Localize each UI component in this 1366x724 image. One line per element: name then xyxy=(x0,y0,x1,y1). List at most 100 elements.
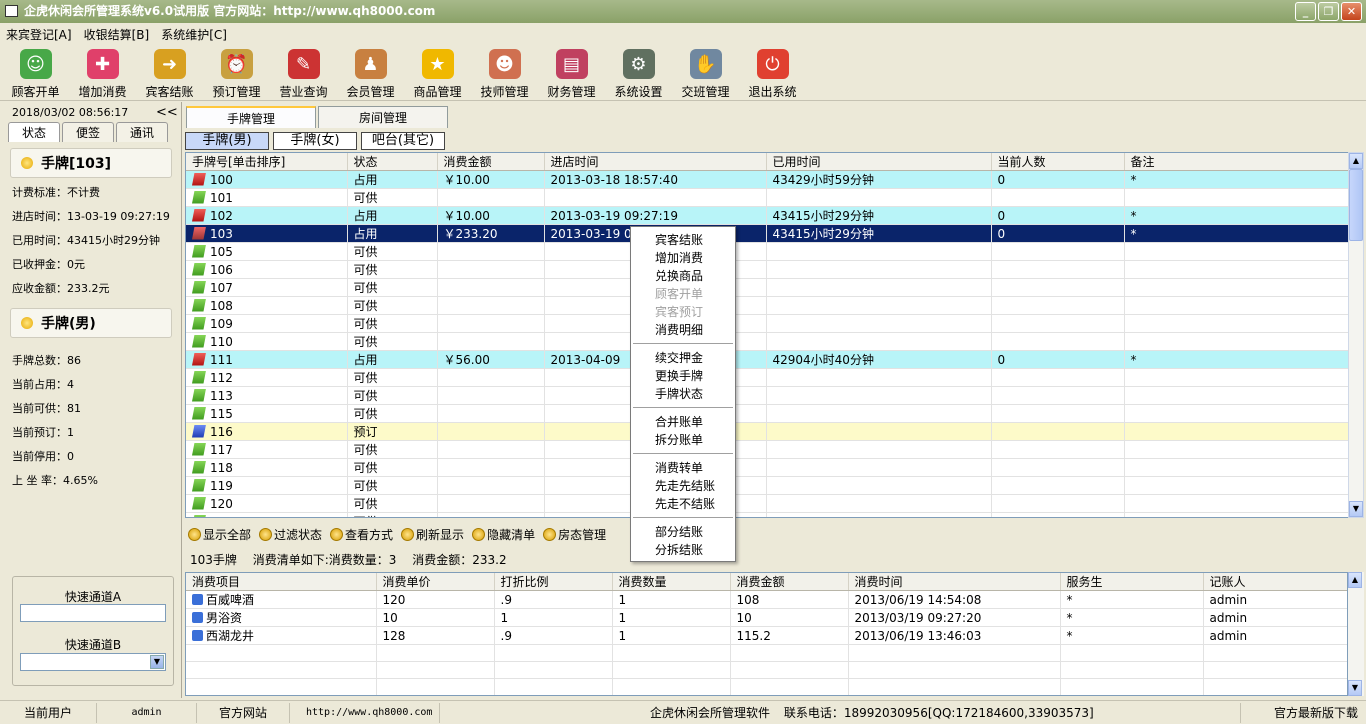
toolbar-button-search-doc[interactable]: ✎ 营业查询 xyxy=(270,45,337,101)
table-row[interactable]: 120 可供 xyxy=(186,494,1349,513)
column-header[interactable]: 已用时间 xyxy=(766,153,992,171)
tab-card-management[interactable]: 手牌管理 xyxy=(186,106,316,128)
toolbar-button-staff[interactable]: ☻ 技师管理 xyxy=(471,45,538,101)
context-menu-item[interactable]: 先走先结账 xyxy=(631,477,735,495)
column-header[interactable]: 消费单价 xyxy=(376,573,495,591)
context-menu-item[interactable]: 部分结账 xyxy=(631,523,735,541)
action-button[interactable]: 房态管理 xyxy=(543,526,606,543)
context-menu-item[interactable]: 分拆结账 xyxy=(631,541,735,559)
grid-scrollbar[interactable]: ▲ ▼ xyxy=(1348,152,1364,518)
table-row[interactable]: 西湖龙井 128.9 1 115.2 2013/06/19 13:46:03 * admin xyxy=(186,626,1347,645)
toolbar-button-members[interactable]: ♟ 会员管理 xyxy=(337,45,404,101)
table-row[interactable]: 108 可供 xyxy=(186,296,1349,315)
table-row[interactable]: 105 可供 xyxy=(186,242,1349,261)
toolbar-button-add[interactable]: ✚ 增加消费 xyxy=(69,45,136,101)
minimize-button[interactable]: _ xyxy=(1295,2,1316,21)
table-row[interactable]: 116 预订 xyxy=(186,422,1349,441)
subtab-female[interactable]: 手牌(女) xyxy=(273,132,357,150)
context-menu-item[interactable]: 宾客结账 xyxy=(631,231,735,249)
tab-room-management[interactable]: 房间管理 xyxy=(318,106,448,128)
restore-button[interactable]: ❐ xyxy=(1318,2,1339,21)
scroll-up-icon[interactable]: ▲ xyxy=(1349,153,1363,169)
action-button[interactable]: 查看方式 xyxy=(330,526,393,543)
status-site[interactable]: http://www.qh8000.com xyxy=(290,702,440,723)
context-menu-item[interactable]: 先走不结账 xyxy=(631,495,735,513)
table-row[interactable]: 100 占用 ￥10.00 2013-03-18 18:57:40 43429小时59分… xyxy=(186,170,1349,189)
tab-notes[interactable]: 便签 xyxy=(62,122,114,142)
column-header[interactable]: 消费数量 xyxy=(612,573,731,591)
menu-guest-register[interactable]: 来宾登记[A] xyxy=(6,26,72,43)
context-menu-item[interactable]: 手牌状态 xyxy=(631,385,735,403)
column-header[interactable]: 手牌号[单击排序] xyxy=(186,153,348,171)
scroll-down-icon[interactable]: ▼ xyxy=(1348,680,1362,696)
collapse-panel-button[interactable]: << xyxy=(156,105,178,120)
table-row[interactable]: 110 可供 xyxy=(186,332,1349,351)
column-header[interactable]: 服务生 xyxy=(1060,573,1204,591)
column-header[interactable]: 消费金额 xyxy=(437,153,545,171)
table-row[interactable]: 113 可供 xyxy=(186,386,1349,405)
toolbar-button-customer[interactable]: ☺ 顾客开单 xyxy=(2,45,69,101)
context-menu-item[interactable]: 消费明细 xyxy=(631,321,735,339)
toolbar-button-power[interactable]: ⏻ 退出系统 xyxy=(739,45,806,101)
action-button[interactable]: 刷新显示 xyxy=(401,526,464,543)
column-header[interactable]: 消费时间 xyxy=(848,573,1061,591)
toolbar-button-settings[interactable]: ⚙ 系统设置 xyxy=(605,45,672,101)
action-button[interactable]: 隐藏清单 xyxy=(472,526,535,543)
table-row[interactable]: 107 可供 xyxy=(186,278,1349,297)
tab-status[interactable]: 状态 xyxy=(8,122,60,142)
context-menu-item[interactable]: 更换手牌 xyxy=(631,367,735,385)
context-menu-item[interactable]: 合并账单 xyxy=(631,413,735,431)
action-button[interactable]: 显示全部 xyxy=(188,526,251,543)
context-menu-item[interactable]: 兑换商品 xyxy=(631,267,735,285)
scroll-thumb[interactable] xyxy=(1349,169,1363,241)
scroll-up-icon[interactable]: ▲ xyxy=(1348,572,1362,588)
toolbar-button-handshake[interactable]: ✋ 交班管理 xyxy=(672,45,739,101)
table-row[interactable]: 男浴资 10 1 1 10 2013/03/19 09:27:20 * admin xyxy=(186,608,1347,627)
table-row[interactable]: 109 可供 xyxy=(186,314,1349,333)
context-menu-item[interactable]: 续交押金 xyxy=(631,349,735,367)
table-row[interactable]: 115 可供 xyxy=(186,404,1349,423)
toolbar-button-star[interactable]: ★ 商品管理 xyxy=(404,45,471,101)
table-row[interactable]: 121 可供 xyxy=(186,512,1349,517)
column-header[interactable]: 当前人数 xyxy=(991,153,1125,171)
table-row[interactable]: 103 占用 ￥233.20 2013-03-19 09:27:19 43415小时29… xyxy=(186,224,1349,243)
quick-b-select[interactable]: ▼ xyxy=(20,653,166,671)
column-header[interactable]: 消费金额 xyxy=(730,573,849,591)
table-row[interactable]: 101 可供 xyxy=(186,188,1349,207)
context-menu-item[interactable]: 增加消费 xyxy=(631,249,735,267)
subtab-bar[interactable]: 吧台(其它) xyxy=(361,132,445,150)
column-header[interactable]: 状态 xyxy=(347,153,438,171)
table-row[interactable]: 百威啤酒 120.9 1 108 2013/06/19 14:54:08 * admin xyxy=(186,590,1347,609)
tab-contacts[interactable]: 通讯 xyxy=(116,122,168,142)
menu-cashier[interactable]: 收银结算[B] xyxy=(84,26,150,43)
detail-scrollbar[interactable]: ▲ ▼ xyxy=(1348,572,1364,696)
column-header[interactable]: 打折比例 xyxy=(494,573,613,591)
status-download[interactable]: 官方最新版下载 xyxy=(1240,702,1366,723)
table-cell: 可供 xyxy=(347,296,438,315)
column-header[interactable]: 进店时间 xyxy=(544,153,767,171)
table-row[interactable]: 106 可供 xyxy=(186,260,1349,279)
column-header[interactable]: 备注 xyxy=(1124,153,1349,171)
column-header[interactable]: 记账人 xyxy=(1203,573,1347,591)
column-header[interactable]: 消费项目 xyxy=(186,573,377,591)
subtab-male[interactable]: 手牌(男) xyxy=(185,132,269,150)
table-row[interactable]: 111 占用 ￥56.00 2013-04-09 42904小时40分钟 0 * xyxy=(186,350,1349,369)
table-cell: 占用 xyxy=(347,170,438,189)
scroll-down-icon[interactable]: ▼ xyxy=(1349,501,1363,517)
table-row[interactable]: 102 占用 ￥10.00 2013-03-19 09:27:19 43415小时29分… xyxy=(186,206,1349,225)
table-cell xyxy=(730,678,849,695)
table-row[interactable]: 117 可供 xyxy=(186,440,1349,459)
toolbar-button-checkout[interactable]: ➜ 宾客结账 xyxy=(136,45,203,101)
toolbar-button-finance[interactable]: ▤ 财务管理 xyxy=(538,45,605,101)
table-row[interactable]: 112 可供 xyxy=(186,368,1349,387)
menu-system[interactable]: 系统维护[C] xyxy=(161,26,227,43)
close-button[interactable]: ✕ xyxy=(1341,2,1362,21)
context-menu-item[interactable]: 拆分账单 xyxy=(631,431,735,449)
action-button[interactable]: 过滤状态 xyxy=(259,526,322,543)
toolbar-button-alarm-clock[interactable]: ⏰ 预订管理 xyxy=(203,45,270,101)
chevron-down-icon[interactable]: ▼ xyxy=(150,655,164,669)
table-row[interactable]: 119 可供 xyxy=(186,476,1349,495)
quick-a-input[interactable] xyxy=(20,604,166,622)
table-row[interactable]: 118 可供 xyxy=(186,458,1349,477)
context-menu-item[interactable]: 消费转单 xyxy=(631,459,735,477)
